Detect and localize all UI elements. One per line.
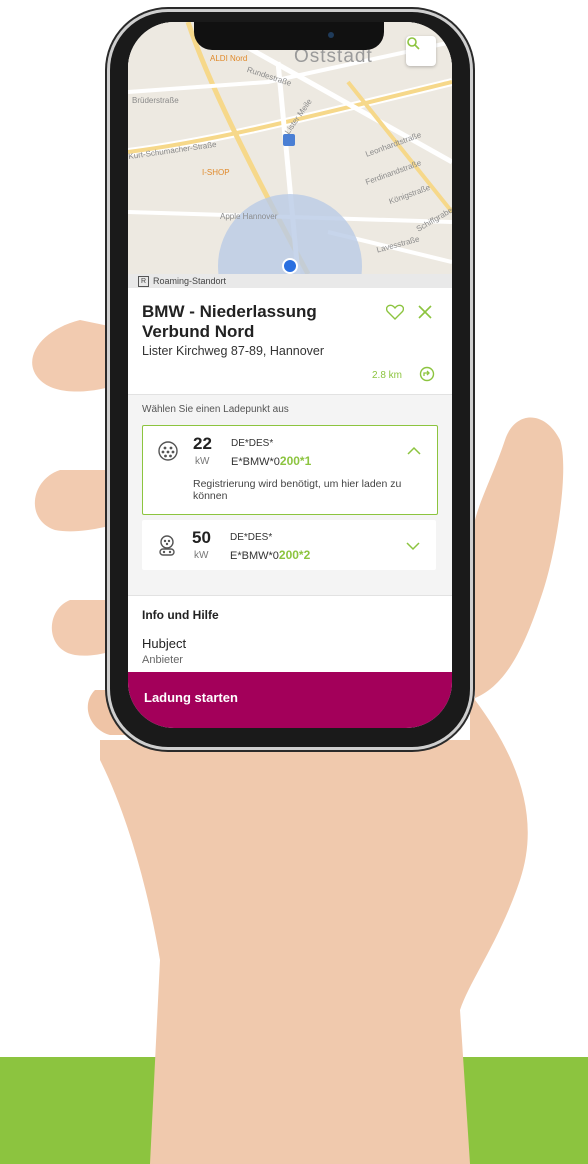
evse-highlight: 200*2 — [278, 548, 311, 562]
notch — [194, 22, 384, 50]
info-section-title: Info und Hilfe — [142, 608, 219, 622]
distance-label: 2.8 km — [372, 370, 403, 381]
route-navigation-icon[interactable] — [419, 366, 435, 382]
map-view[interactable]: ALDI Nord I-SHOP Apple Hannover Rundestr… — [128, 22, 452, 274]
phone-screen: ALDI Nord I-SHOP Apple Hannover Rundestr… — [128, 22, 452, 728]
power-unit: kW — [194, 550, 209, 561]
station-address: Lister Kirchweg 87-89, Hannover — [142, 344, 325, 358]
start-charging-button[interactable]: Ladung starten — [128, 672, 452, 728]
favorite-heart-icon[interactable] — [386, 304, 404, 320]
divider — [128, 595, 452, 596]
ccs-plug-icon — [159, 535, 175, 556]
street-label: Brüderstraße — [132, 96, 179, 105]
power-value: 50 — [192, 528, 211, 547]
type2-plug-icon — [158, 441, 178, 461]
close-icon[interactable] — [418, 305, 432, 319]
evse-highlight: 200*1 — [279, 454, 312, 468]
poi-apple: Apple Hannover — [220, 212, 278, 221]
roaming-icon: R — [138, 275, 149, 287]
search-icon — [407, 37, 420, 50]
roaming-label: Roaming-Standort — [153, 276, 227, 286]
chevron-down-icon[interactable] — [406, 542, 420, 551]
chevron-up-icon[interactable] — [407, 446, 421, 455]
roaming-bar: R Roaming-Standort — [128, 274, 452, 288]
power-value: 22 — [193, 434, 212, 453]
map-search-button[interactable] — [406, 36, 436, 66]
operator-id: DE*DES* — [230, 532, 273, 543]
evse-prefix: E*BMW*0 — [231, 456, 280, 468]
camera-dot — [328, 32, 334, 38]
chargepoint-card-1[interactable]: 22 kW DE*DES* E*BMW*0200*1 Registrierung… — [142, 425, 438, 515]
evse-id: E*BMW*0200*1 — [231, 454, 311, 468]
chargepoint-heading: Wählen Sie einen Ladepunkt aus — [142, 404, 289, 415]
poi-ishop: I-SHOP — [202, 168, 230, 177]
evse-prefix: E*BMW*0 — [230, 550, 279, 562]
station-name: BMW - Niederlassung Verbund Nord — [142, 302, 317, 341]
provider-name: Hubject — [142, 636, 187, 651]
power-unit: kW — [195, 456, 210, 467]
operator-id: DE*DES* — [231, 438, 274, 449]
registration-note: Registrierung wird benötigt, um hier lad… — [193, 478, 402, 502]
provider-role: Anbieter — [142, 654, 183, 666]
evse-id: E*BMW*0200*2 — [230, 548, 310, 562]
poi-aldi: ALDI Nord — [210, 54, 248, 63]
chargepoint-card-2[interactable]: 50 kW DE*DES* E*BMW*0200*2 — [142, 520, 436, 570]
start-charging-label: Ladung starten — [144, 690, 238, 705]
